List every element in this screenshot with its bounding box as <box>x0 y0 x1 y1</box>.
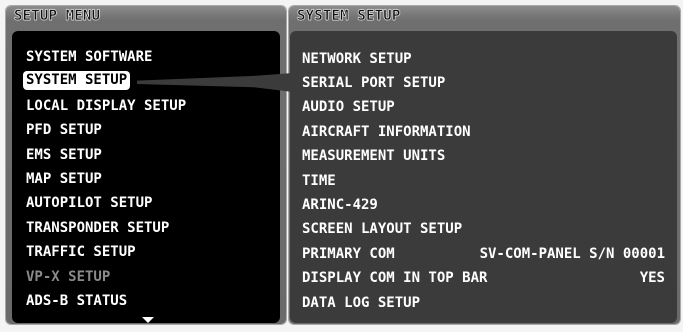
menu-item-measurement-units[interactable]: MEASUREMENT UNITS <box>302 146 445 166</box>
display-com-in-top-bar-value: YES <box>639 270 665 286</box>
menu-item-traffic-setup[interactable]: TRAFFIC SETUP <box>26 242 136 262</box>
setup-menu-list: SYSTEM SOFTWARE SYSTEM SETUP LOCAL DISPL… <box>12 31 280 323</box>
menu-item-screen-layout-setup[interactable]: SCREEN LAYOUT SETUP <box>302 219 462 239</box>
menu-item-arinc-429[interactable]: ARINC-429 <box>302 195 378 215</box>
menu-item-display-com-in-top-bar[interactable]: DISPLAY COM IN TOP BAR <box>302 268 487 288</box>
menu-item-network-setup[interactable]: NETWORK SETUP <box>302 49 412 69</box>
menu-item-data-log-setup[interactable]: DATA LOG SETUP <box>302 293 420 313</box>
system-setup-title: SYSTEM SETUP <box>297 8 401 24</box>
menu-item-local-display-setup[interactable]: LOCAL DISPLAY SETUP <box>26 96 186 116</box>
menu-item-transponder-setup[interactable]: TRANSPONDER SETUP <box>26 218 169 238</box>
menu-item-aircraft-information[interactable]: AIRCRAFT INFORMATION <box>302 122 471 142</box>
menu-item-system-setup[interactable]: SYSTEM SETUP <box>23 71 131 90</box>
menu-item-map-setup[interactable]: MAP SETUP <box>26 169 102 189</box>
menu-item-vpx-setup: VP-X SETUP <box>26 269 111 285</box>
menu-item-adsb-status[interactable]: ADS-B STATUS <box>26 291 127 311</box>
system-setup-list: NETWORK SETUP SERIAL PORT SETUP AUDIO SE… <box>290 31 677 323</box>
menu-item-pfd-setup[interactable]: PFD SETUP <box>26 120 102 140</box>
menu-item-serial-port-setup[interactable]: SERIAL PORT SETUP <box>302 73 445 93</box>
menu-item-ems-setup[interactable]: EMS SETUP <box>26 145 102 165</box>
triangle-down-icon[interactable] <box>142 317 154 323</box>
menu-item-system-software[interactable]: SYSTEM SOFTWARE <box>26 47 152 67</box>
primary-com-value: SV-COM-PANEL S/N 00001 <box>479 246 665 262</box>
setup-menu-title: SETUP MENU <box>14 8 101 24</box>
menu-item-time[interactable]: TIME <box>302 171 336 191</box>
menu-item-autopilot-setup[interactable]: AUTOPILOT SETUP <box>26 193 152 213</box>
menu-item-primary-com[interactable]: PRIMARY COM <box>302 244 395 264</box>
menu-item-audio-setup[interactable]: AUDIO SETUP <box>302 97 395 117</box>
